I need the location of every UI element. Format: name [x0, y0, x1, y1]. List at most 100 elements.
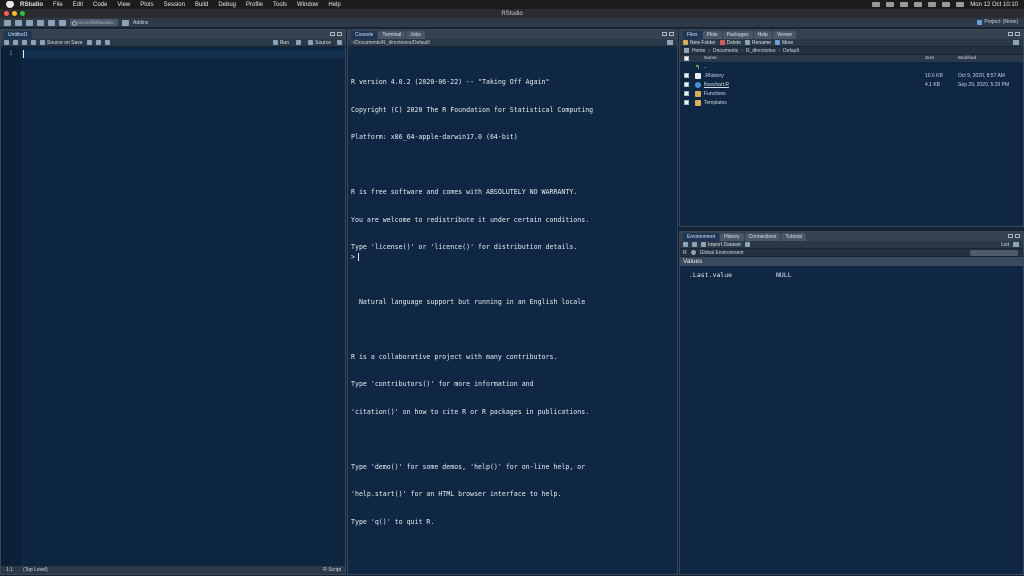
menu-edit[interactable]: Edit [73, 2, 83, 8]
row-checkbox[interactable] [684, 82, 689, 87]
load-workspace-button[interactable] [683, 242, 688, 247]
back-button[interactable] [4, 40, 9, 45]
folder-row[interactable]: Templates [680, 98, 1023, 107]
rerun-button[interactable] [296, 40, 301, 45]
scope-indicator[interactable]: (Top Level) [23, 567, 48, 573]
minimize-pane-icon[interactable] [330, 32, 335, 36]
apple-icon[interactable] [6, 1, 14, 8]
tab-tutorial[interactable]: Tutorial [781, 233, 806, 241]
menu-debug[interactable]: Debug [218, 2, 236, 8]
menu-file[interactable]: File [53, 2, 63, 8]
import-dataset-button[interactable]: Import Dataset [701, 242, 741, 248]
zoom-window-button[interactable] [20, 11, 25, 16]
row-checkbox[interactable] [684, 73, 689, 78]
tray-icon[interactable] [886, 2, 895, 7]
more-button[interactable]: More [774, 40, 793, 46]
new-folder-button[interactable]: New Folder [683, 40, 716, 46]
console-input-caret[interactable] [358, 253, 359, 261]
tab-untitled1[interactable]: Untitled1 [4, 31, 32, 39]
file-type-indicator[interactable]: R Script [323, 567, 341, 573]
refresh-icon[interactable] [1013, 242, 1019, 247]
list-view-button[interactable]: List [1001, 242, 1009, 248]
menu-session[interactable]: Session [164, 2, 185, 8]
file-row[interactable]: .Rhistory 10.6 KB Oct 9, 2020, 8:57 AM [680, 71, 1023, 80]
folder-name[interactable]: Templates [704, 100, 727, 106]
tab-connections[interactable]: Connections [744, 233, 781, 241]
file-name[interactable]: .Rhistory [704, 73, 724, 79]
tab-packages[interactable]: Packages [722, 31, 753, 39]
crumb-default[interactable]: Default [783, 48, 799, 54]
maximize-pane-icon[interactable] [337, 32, 342, 36]
row-checkbox[interactable] [684, 91, 689, 96]
crumb-r-directories[interactable]: R_directories [746, 48, 775, 54]
tab-plots[interactable]: Plots [702, 31, 722, 39]
project-menu[interactable]: Project: (None) [977, 19, 1018, 25]
code-editor[interactable]: 1 [1, 47, 345, 566]
new-project-icon[interactable] [15, 19, 22, 26]
clear-console-icon[interactable] [667, 40, 673, 45]
folder-name[interactable]: Functions [704, 91, 726, 97]
folder-row[interactable]: Functions [680, 89, 1023, 98]
clear-workspace-button[interactable] [744, 242, 750, 247]
minimize-pane-icon[interactable] [1008, 32, 1013, 36]
tab-viewer[interactable]: Viewer [772, 31, 797, 39]
run-button[interactable]: Run [272, 40, 289, 46]
new-file-icon[interactable] [4, 19, 11, 26]
minimize-window-button[interactable] [12, 11, 17, 16]
addins-button[interactable]: Addins [133, 20, 148, 26]
save-workspace-button[interactable] [692, 242, 697, 247]
header-name[interactable]: Name [704, 56, 717, 61]
menu-code[interactable]: Code [93, 2, 107, 8]
refresh-icon[interactable] [1013, 40, 1019, 45]
tab-files[interactable]: Files [683, 31, 702, 39]
tab-console[interactable]: Console [351, 31, 378, 39]
header-size[interactable]: Size [925, 56, 934, 61]
open-file-icon[interactable] [26, 19, 33, 26]
save-icon[interactable] [37, 19, 44, 26]
variable-name[interactable]: .Last.value [689, 271, 732, 279]
tray-icon[interactable] [872, 2, 881, 7]
home-icon[interactable] [684, 48, 689, 53]
menu-build[interactable]: Build [195, 2, 208, 8]
menu-plots[interactable]: Plots [140, 2, 153, 8]
menu-window[interactable]: Window [297, 2, 318, 8]
compile-report-button[interactable] [104, 40, 110, 45]
minimize-pane-icon[interactable] [662, 32, 667, 36]
wifi-icon[interactable] [928, 2, 937, 7]
tab-history[interactable]: History [720, 233, 744, 241]
header-modified[interactable]: Modified [958, 56, 976, 61]
parent-directory-row[interactable]: ↰ .. [680, 62, 1023, 71]
crumb-home[interactable]: Home [692, 48, 705, 54]
parent-directory-label[interactable]: .. [704, 64, 707, 70]
grid-icon[interactable] [122, 19, 129, 26]
tab-jobs[interactable]: Jobs [406, 31, 425, 39]
source-on-save-checkbox[interactable]: Source on Save [40, 40, 83, 46]
delete-button[interactable]: Delete [719, 40, 741, 46]
environment-selector[interactable]: Global Environment [700, 250, 744, 256]
tab-help[interactable]: Help [753, 31, 772, 39]
rename-button[interactable]: Rename [745, 40, 771, 46]
menu-view[interactable]: View [117, 2, 130, 8]
crumb-documents[interactable]: Documents [713, 48, 738, 54]
forward-button[interactable] [13, 40, 18, 45]
language-selector[interactable]: R [683, 250, 687, 256]
tab-terminal[interactable]: Terminal [378, 31, 406, 39]
source-button[interactable]: Source [308, 40, 331, 46]
code-tools-button[interactable] [95, 40, 101, 45]
menu-clock[interactable]: Mon 12 Oct 10:10 [970, 2, 1018, 8]
close-window-button[interactable] [4, 11, 9, 16]
outline-button[interactable] [337, 40, 342, 45]
tray-icon[interactable] [900, 2, 909, 7]
find-button[interactable] [86, 40, 92, 45]
minimize-pane-icon[interactable] [1008, 234, 1013, 238]
save-button[interactable] [31, 40, 36, 45]
tab-environment[interactable]: Environment [683, 233, 720, 241]
file-row[interactable]: flowchart.R 4.1 KB Sep 29, 2020, 5:29 PM [680, 80, 1023, 89]
tray-icon[interactable] [914, 2, 923, 7]
maximize-pane-icon[interactable] [669, 32, 674, 36]
environment-search-input[interactable] [970, 250, 1018, 256]
goto-file-input[interactable]: Go to file/function [70, 19, 118, 26]
search-icon[interactable] [956, 2, 965, 7]
row-checkbox[interactable] [684, 100, 689, 105]
menu-tools[interactable]: Tools [273, 2, 287, 8]
